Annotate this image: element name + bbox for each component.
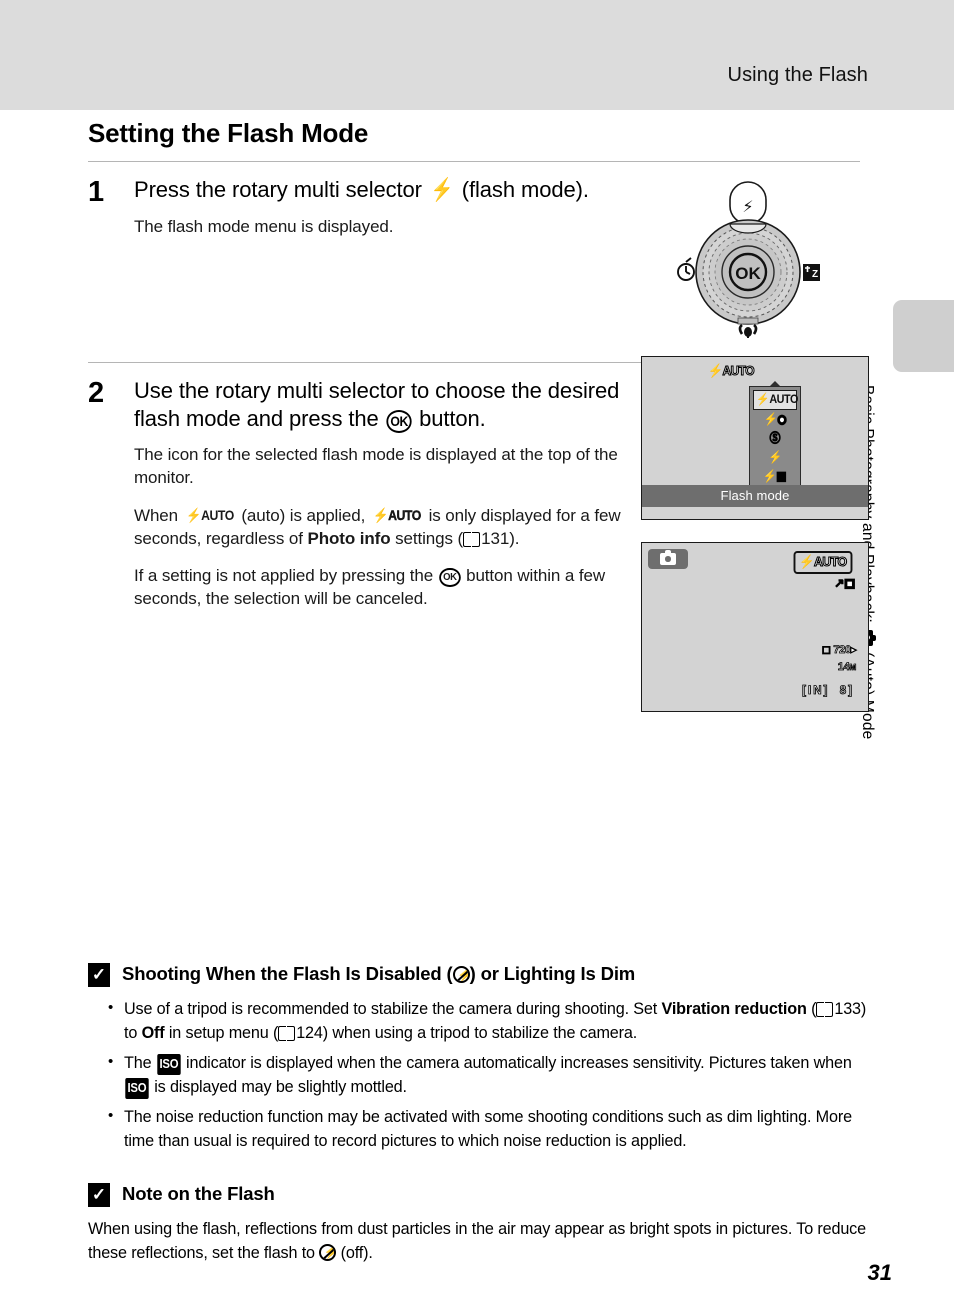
note-1-heading-a: Shooting When the Flash Is Disabled ( bbox=[122, 963, 453, 984]
ok-button-icon: OK bbox=[438, 567, 461, 588]
warning-mark-icon: ✓ bbox=[88, 1182, 110, 1207]
b1-e: ) when using a tripod to stabilize the c… bbox=[322, 1023, 638, 1042]
step-2-para2-d: settings ( bbox=[395, 528, 464, 548]
note-block-note-on-flash: ✓ Note on the Flash When using the flash… bbox=[88, 1182, 878, 1266]
flash-auto-icon-solid: ⚡AUTO bbox=[185, 507, 234, 524]
note-2-para-b: (off). bbox=[340, 1243, 373, 1262]
step-1-heading-before: Press the rotary multi selector bbox=[134, 177, 422, 202]
note-1-bullet-3: The noise reduction function may be acti… bbox=[106, 1105, 878, 1154]
macro-icon bbox=[738, 323, 758, 338]
photo-info-label: Photo info bbox=[307, 528, 391, 548]
flash-mode-menu-list: ⚡AUTO ⚡◉ Ⓢ ⚡ ⚡▤ bbox=[749, 386, 801, 490]
self-timer-icon bbox=[677, 257, 695, 281]
note-block-flash-disabled: ✓ Shooting When the Flash Is Disabled ()… bbox=[88, 962, 878, 1154]
flash-bolt-icon: ⚡ bbox=[430, 177, 454, 202]
step-1-heading: Press the rotary multi selector ⚡ (flash… bbox=[134, 176, 674, 205]
b2-c: is displayed may be slightly mottled. bbox=[154, 1077, 407, 1096]
chapter-tab-marker bbox=[893, 300, 954, 372]
step-2-body: Use the rotary multi selector to choose … bbox=[134, 377, 630, 733]
flash-off-icon bbox=[319, 1243, 337, 1261]
shots-remaining-indicator: [IN] 8] bbox=[802, 685, 854, 698]
step-2-heading-part2: button. bbox=[419, 406, 486, 432]
menu-item-flash-auto[interactable]: ⚡AUTO bbox=[753, 390, 798, 410]
image-size-indicator: 14M bbox=[837, 661, 856, 674]
iso-indicator-icon: ISO bbox=[125, 1077, 149, 1100]
vibration-reduction-icon: ↗▣ bbox=[834, 576, 856, 591]
step-2-para2-a: When bbox=[134, 505, 179, 525]
step-1-note: The flash mode menu is displayed. bbox=[134, 216, 394, 236]
iso-indicator-icon: ISO bbox=[157, 1053, 181, 1076]
screen-selected-flash-indicator: ⚡AUTO bbox=[708, 362, 755, 378]
camera-auto-icon bbox=[660, 550, 676, 565]
manual-reference-icon bbox=[463, 531, 481, 547]
step-1-number: 1 bbox=[88, 176, 105, 208]
note-1-heading-row: ✓ Shooting When the Flash Is Disabled ()… bbox=[88, 962, 878, 987]
note-2-paragraph: When using the flash, reflections from d… bbox=[88, 1218, 878, 1266]
step-2-heading-part1: Use the rotary multi selector to choose … bbox=[134, 378, 620, 432]
step-2-para2-b: (auto) is applied, bbox=[241, 505, 366, 525]
shooting-display-screen: ⚡AUTO ↗▣ ◻ 720▸ 14M [IN] 8] bbox=[641, 542, 869, 712]
off-label: Off bbox=[141, 1023, 165, 1042]
menu-item-fill-flash[interactable]: ⚡ bbox=[753, 448, 797, 467]
page-number: 31 bbox=[867, 1260, 892, 1285]
step-2-heading: Use the rotary multi selector to choose … bbox=[134, 377, 630, 433]
running-head: Using the Flash bbox=[727, 64, 868, 86]
note-1-bullets: Use of a tripod is recommended to stabil… bbox=[106, 997, 878, 1154]
manual-reference-icon bbox=[816, 1002, 834, 1017]
flash-off-icon bbox=[452, 966, 470, 983]
step-2-para2-page: 131 bbox=[481, 528, 510, 548]
warning-mark-icon: ✓ bbox=[88, 963, 110, 987]
note-1-bullet-1: Use of a tripod is recommended to stabil… bbox=[106, 997, 878, 1046]
step-1-heading-after: (flash mode). bbox=[461, 177, 589, 202]
screen-label-flash-mode: Flash mode bbox=[642, 485, 868, 507]
note-2-heading-row: ✓ Note on the Flash bbox=[88, 1182, 878, 1207]
b1-page2: 124 bbox=[296, 1023, 323, 1042]
step-2-para-1: The icon for the selected flash mode is … bbox=[134, 445, 618, 488]
svg-text:⚡: ⚡ bbox=[742, 197, 753, 216]
step-2-para-2: When ⚡AUTO (auto) is applied, ⚡AUTO is o… bbox=[134, 504, 630, 550]
menu-item-red-eye-reduction[interactable]: ⚡◉ bbox=[753, 410, 797, 429]
shooting-flash-auto-badge: ⚡AUTO bbox=[793, 551, 853, 574]
rotary-multi-selector-svg: ⚡ OK Z bbox=[677, 181, 820, 338]
b1-d: in setup menu ( bbox=[168, 1023, 279, 1042]
step-2-para2-e: ). bbox=[509, 528, 520, 548]
step-1-body: Press the rotary multi selector ⚡ (flash… bbox=[134, 176, 674, 334]
menu-item-flash-off[interactable]: Ⓢ bbox=[753, 429, 797, 448]
vibration-reduction-label: Vibration reduction bbox=[661, 1000, 807, 1018]
note-2-heading: Note on the Flash bbox=[122, 1182, 275, 1204]
manual-reference-icon bbox=[278, 1025, 296, 1041]
exposure-compensation-icon: Z bbox=[803, 264, 820, 281]
b1-page1: 133 bbox=[834, 1000, 861, 1018]
shooting-mode-tab bbox=[648, 549, 688, 569]
step-2-number: 2 bbox=[88, 377, 105, 409]
svg-text:Z: Z bbox=[812, 269, 818, 280]
rotary-multi-selector-figure: ⚡ OK Z bbox=[664, 176, 840, 338]
note-1-heading-b: ) or Lighting Is Dim bbox=[469, 963, 636, 984]
flash-auto-icon-outline: ⚡AUTO bbox=[373, 507, 421, 524]
b1-a: Use of a tripod is recommended to stabil… bbox=[124, 1000, 658, 1018]
menu-item-slow-sync[interactable]: ⚡▤ bbox=[753, 467, 797, 486]
note-1-bullet-2: The ISO indicator is displayed when the … bbox=[106, 1051, 878, 1100]
note-1-heading: Shooting When the Flash Is Disabled ( ) o… bbox=[122, 962, 635, 986]
note-2-para-a: When using the flash, reflections from d… bbox=[88, 1219, 866, 1262]
step-2-para-3: If a setting is not applied by pressing … bbox=[134, 564, 630, 611]
notes-section: ✓ Shooting When the Flash Is Disabled ()… bbox=[88, 962, 878, 1266]
page-header-band: Using the Flash bbox=[0, 0, 954, 110]
b2-b: indicator is displayed when the camera a… bbox=[186, 1053, 852, 1072]
b2-a: The bbox=[124, 1053, 152, 1072]
movie-option-indicator: ◻ 720▸ bbox=[821, 644, 856, 657]
flash-mode-menu-screen: ⚡AUTO ⚡AUTO ⚡◉ Ⓢ ⚡ ⚡▤ Flash mode bbox=[641, 356, 869, 520]
step-2-para3-a: If a setting is not applied by pressing … bbox=[134, 565, 434, 585]
ok-button-icon: OK bbox=[386, 410, 412, 433]
svg-text:OK: OK bbox=[735, 264, 761, 283]
page-title: Setting the Flash Mode bbox=[88, 118, 369, 148]
